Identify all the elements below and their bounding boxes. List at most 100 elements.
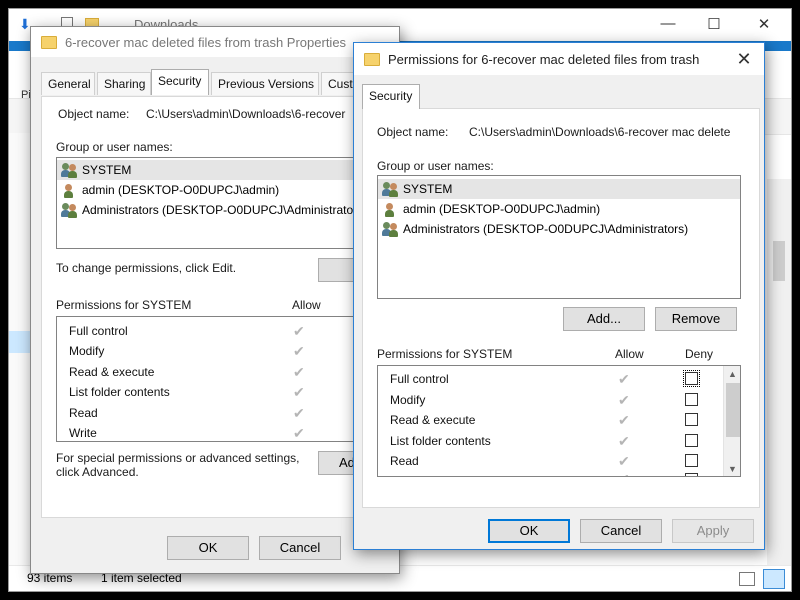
permissions-list: Full control ✔ Modify ✔ Read & execute ✔… xyxy=(377,365,741,477)
permission-name: Read xyxy=(69,406,98,420)
user-row-admin[interactable]: admin (DESKTOP-O0DUPCJ\admin) xyxy=(378,199,740,219)
allow-check-icon: ✔ xyxy=(293,323,305,339)
allow-header: Allow xyxy=(292,298,321,312)
allow-header: Allow xyxy=(615,347,644,361)
deny-checkbox[interactable] xyxy=(683,370,700,387)
user-name: SYSTEM xyxy=(403,182,453,196)
user-name: Administrators (DESKTOP-O0DUPCJ\Administ… xyxy=(82,203,358,217)
close-icon[interactable]: ✕ xyxy=(724,49,764,70)
user-row-admin[interactable]: admin (DESKTOP-O0DUPCJ\admin) xyxy=(57,180,395,200)
allow-check-icon: ✔ xyxy=(618,472,630,476)
allow-check-icon: ✔ xyxy=(293,425,305,441)
user-row-administrators[interactable]: Administrators (DESKTOP-O0DUPCJ\Administ… xyxy=(57,200,395,220)
permissions-list: Full control ✔ Modify ✔ Read & execute ✔… xyxy=(56,316,396,442)
allow-check-icon: ✔ xyxy=(293,405,305,421)
permission-name: List folder contents xyxy=(69,385,170,399)
user-list: SYSTEM admin (DESKTOP-O0DUPCJ\admin) Adm… xyxy=(56,157,396,249)
permissions-dialog: Permissions for 6-recover mac deleted fi… xyxy=(353,42,765,550)
tab-previous-versions[interactable]: Previous Versions xyxy=(211,72,319,95)
maximize-button[interactable]: ☐ xyxy=(691,15,737,35)
scroll-up-icon[interactable]: ▲ xyxy=(724,367,740,381)
deny-checkbox[interactable] xyxy=(685,413,698,426)
change-permissions-text: To change permissions, click Edit. xyxy=(56,261,237,275)
deny-checkbox[interactable] xyxy=(685,473,698,476)
tab-security[interactable]: Security xyxy=(362,84,420,109)
tab-security[interactable]: Security xyxy=(151,69,209,95)
permissions-header: Permissions for SYSTEM xyxy=(377,347,513,361)
add-button[interactable]: Add... xyxy=(563,307,645,331)
allow-check-icon: ✔ xyxy=(618,433,630,449)
permission-name: Read & execute xyxy=(390,413,476,427)
user-name: Administrators (DESKTOP-O0DUPCJ\Administ… xyxy=(403,222,689,236)
group-user-icon xyxy=(382,181,400,197)
object-name-label: Object name: xyxy=(58,107,130,121)
allow-check-icon: ✔ xyxy=(618,392,630,408)
ok-button[interactable]: OK xyxy=(488,519,570,543)
large-icons-view-icon[interactable] xyxy=(763,569,785,589)
permission-name: Full control xyxy=(390,372,449,386)
object-name-value: C:\Users\admin\Downloads\6-recover mac d… xyxy=(469,125,731,139)
remove-button[interactable]: Remove xyxy=(655,307,737,331)
user-name: admin (DESKTOP-O0DUPCJ\admin) xyxy=(403,202,601,216)
cancel-button[interactable]: Cancel xyxy=(580,519,662,543)
tab-sharing[interactable]: Sharing xyxy=(97,72,151,95)
allow-check-icon: ✔ xyxy=(293,364,305,380)
scroll-down-icon[interactable]: ▼ xyxy=(724,462,740,476)
properties-tabs: General Sharing Security Previous Versio… xyxy=(41,69,401,97)
user-icon xyxy=(61,182,79,198)
permissions-titlebar: Permissions for 6-recover mac deleted fi… xyxy=(354,43,764,75)
permission-name: Write xyxy=(69,426,97,440)
allow-check-icon: ✔ xyxy=(618,412,630,428)
permission-name: Full control xyxy=(69,324,128,338)
scroll-thumb[interactable] xyxy=(726,383,740,437)
minimize-button[interactable]: — xyxy=(645,15,691,35)
explorer-scrollbar[interactable] xyxy=(767,179,791,569)
ok-button[interactable]: OK xyxy=(167,536,249,560)
special-permissions-text: For special permissions or advanced sett… xyxy=(56,451,300,465)
permission-name: Modify xyxy=(69,344,105,358)
security-panel: Object name: C:\Users\admin\Downloads\6-… xyxy=(362,108,760,508)
group-user-icon xyxy=(382,221,400,237)
properties-titlebar: 6-recover mac deleted files from trash P… xyxy=(31,27,399,57)
user-name: admin (DESKTOP-O0DUPCJ\admin) xyxy=(82,183,280,197)
close-button[interactable]: ✕ xyxy=(741,15,787,35)
group-user-icon xyxy=(61,202,79,218)
details-view-icon[interactable] xyxy=(739,572,755,586)
allow-check-icon: ✔ xyxy=(618,371,630,387)
group-label: Group or user names: xyxy=(377,159,494,173)
user-row-system[interactable]: SYSTEM xyxy=(378,179,740,199)
properties-dialog: 6-recover mac deleted files from trash P… xyxy=(30,26,401,574)
allow-check-icon: ✔ xyxy=(293,384,305,400)
object-name-label: Object name: xyxy=(377,125,449,139)
permission-name: Read xyxy=(390,454,419,468)
download-arrow-icon: ⬇ xyxy=(19,16,31,32)
group-label: Group or user names: xyxy=(56,140,173,154)
permissions-scrollbar[interactable]: ▲ ▼ xyxy=(723,366,740,476)
deny-checkbox[interactable] xyxy=(685,393,698,406)
user-list: SYSTEM admin (DESKTOP-O0DUPCJ\admin) Adm… xyxy=(377,175,741,299)
folder-icon xyxy=(41,35,57,49)
scroll-thumb[interactable] xyxy=(773,241,785,281)
permission-name: Read & execute xyxy=(69,365,155,379)
security-panel: Object name: C:\Users\admin\Downloads\6-… xyxy=(41,96,401,518)
deny-header: Deny xyxy=(685,347,714,361)
permissions-header: Permissions for SYSTEM xyxy=(56,298,192,312)
permission-name: List folder contents xyxy=(390,434,491,448)
permission-name: Modify xyxy=(390,393,426,407)
special-permissions-text-2: click Advanced. xyxy=(56,465,139,479)
allow-check-icon: ✔ xyxy=(293,343,305,359)
object-name-value: C:\Users\admin\Downloads\6-recover xyxy=(146,107,346,121)
cancel-button[interactable]: Cancel xyxy=(259,536,341,560)
tab-general[interactable]: General xyxy=(41,72,95,95)
group-user-icon xyxy=(61,162,79,178)
user-row-administrators[interactable]: Administrators (DESKTOP-O0DUPCJ\Administ… xyxy=(378,219,740,239)
user-row-system[interactable]: SYSTEM xyxy=(57,160,395,180)
user-icon xyxy=(382,201,400,217)
deny-checkbox[interactable] xyxy=(685,454,698,467)
apply-button[interactable]: Apply xyxy=(672,519,754,543)
allow-check-icon: ✔ xyxy=(618,453,630,469)
permissions-title: Permissions for 6-recover mac deleted fi… xyxy=(388,51,700,67)
properties-title: 6-recover mac deleted files from trash P… xyxy=(65,34,347,50)
deny-checkbox[interactable] xyxy=(685,434,698,447)
folder-icon xyxy=(364,52,380,66)
